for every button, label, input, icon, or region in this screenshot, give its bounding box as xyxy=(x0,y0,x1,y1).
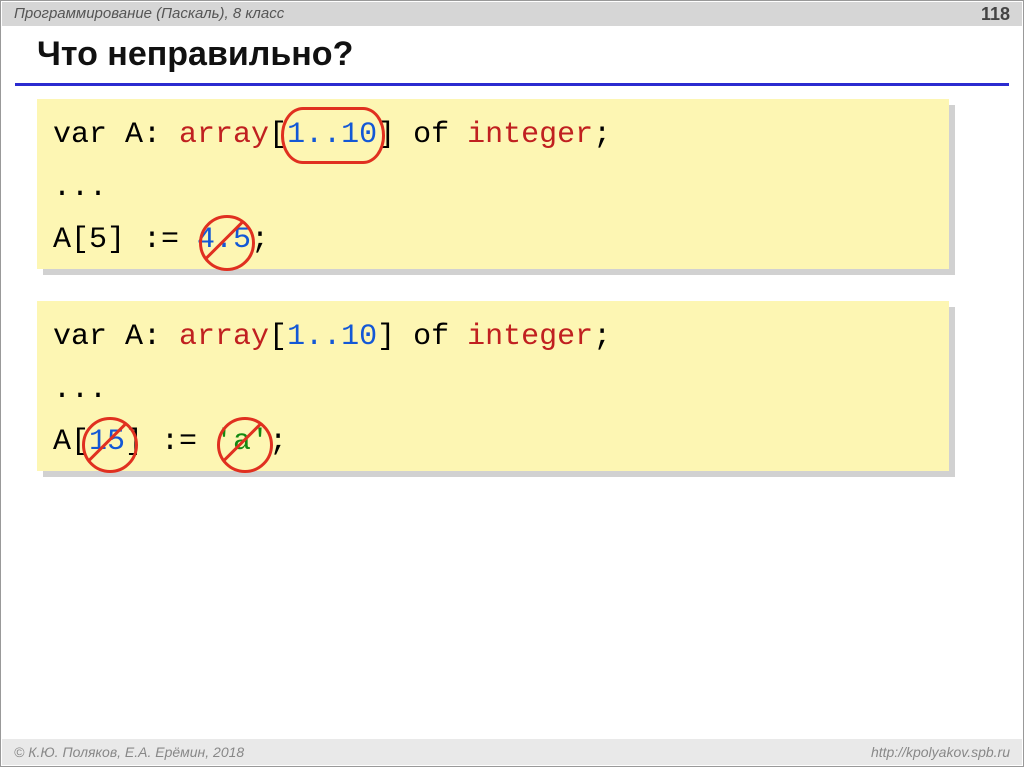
code-text: ; xyxy=(269,425,287,459)
forbidden-index: 15 xyxy=(89,416,125,469)
code-text: A[ xyxy=(53,425,89,459)
code-text: of xyxy=(395,320,467,354)
code-line: A[5] := 4.5; xyxy=(53,214,933,267)
kw-array: array xyxy=(179,320,269,354)
kw-var: var xyxy=(53,118,107,152)
array-range: 1..10 xyxy=(287,118,377,152)
footer-url: http://kpolyakov.spb.ru xyxy=(871,739,1010,765)
code-line: var A: array[1..10] of integer; xyxy=(53,109,933,162)
code-line: ... xyxy=(53,162,933,215)
code-text: A: xyxy=(107,320,179,354)
code-line: A[15] := 'a'; xyxy=(53,416,933,469)
code-text: ] xyxy=(377,320,395,354)
code-line: ... xyxy=(53,364,933,417)
code-line: var A: array[1..10] of integer; xyxy=(53,311,933,364)
code-text: ; xyxy=(251,223,269,257)
code-text: A[5] := xyxy=(53,223,197,257)
forbidden-char: 'a' xyxy=(215,416,269,469)
bad-value: 4.5 xyxy=(197,223,251,257)
kw-var: var xyxy=(53,320,107,354)
bad-char: 'a' xyxy=(215,425,269,459)
code-text: ] := xyxy=(125,425,215,459)
array-range: 1..10 xyxy=(287,320,377,354)
footer-copyright: © К.Ю. Поляков, Е.А. Ерёмин, 2018 xyxy=(14,739,244,765)
code-text: ] xyxy=(377,118,395,152)
code-block-2: var A: array[1..10] of integer; ... A[15… xyxy=(37,301,949,471)
header-bar: Программирование (Паскаль), 8 класс 118 xyxy=(2,2,1022,26)
kw-integer: integer xyxy=(467,320,593,354)
page-number: 118 xyxy=(981,2,1010,26)
forbidden-value: 4.5 xyxy=(197,214,251,267)
kw-array: array xyxy=(179,118,269,152)
code-text: ; xyxy=(593,320,611,354)
circled-range: 1..10 xyxy=(287,109,377,162)
slide: Программирование (Паскаль), 8 класс 118 … xyxy=(0,0,1024,767)
code-block-1: var A: array[1..10] of integer; ... A[5]… xyxy=(37,99,949,269)
code-text: [ xyxy=(269,320,287,354)
footer-bar: © К.Ю. Поляков, Е.А. Ерёмин, 2018 http:/… xyxy=(2,739,1022,765)
code-text: A: xyxy=(107,118,179,152)
code-text: of xyxy=(395,118,467,152)
slide-title: Что неправильно? xyxy=(37,35,353,74)
kw-integer: integer xyxy=(467,118,593,152)
code-text: ; xyxy=(593,118,611,152)
header-subject: Программирование (Паскаль), 8 класс xyxy=(14,2,284,26)
code-text: [ xyxy=(269,118,287,152)
title-underline xyxy=(15,83,1009,86)
bad-index: 15 xyxy=(89,425,125,459)
